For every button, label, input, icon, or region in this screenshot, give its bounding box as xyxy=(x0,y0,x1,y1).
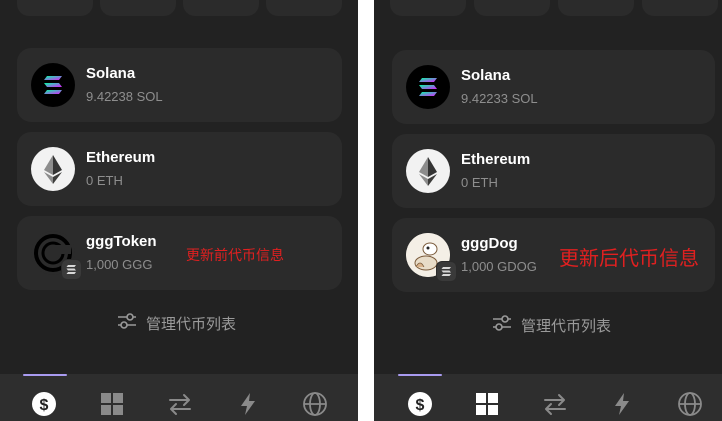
globe-icon[interactable] xyxy=(677,391,703,417)
token-amount: 0 ETH xyxy=(86,173,123,188)
solana-network-badge xyxy=(436,261,457,282)
action-chip[interactable] xyxy=(266,0,342,16)
token-name: gggToken xyxy=(86,233,157,250)
token-row-ethereum[interactable]: Ethereum 0 ETH xyxy=(17,132,342,206)
swap-icon[interactable] xyxy=(542,391,568,417)
svg-text:$: $ xyxy=(40,397,49,414)
token-amount: 1,000 GGG xyxy=(86,257,153,272)
manage-label: 管理代币列表 xyxy=(521,317,612,335)
wallet-screen-before: Solana 9.42238 SOL Ethereum 0 ETH gggTok… xyxy=(0,0,358,421)
globe-icon[interactable] xyxy=(302,391,328,417)
dollar-icon[interactable]: $ xyxy=(31,391,57,417)
token-row-gggtoken[interactable]: gggToken 1,000 GGG xyxy=(17,216,342,290)
manage-token-list-button[interactable]: 管理代币列表 xyxy=(491,314,611,336)
action-chip[interactable] xyxy=(390,0,466,16)
action-chip[interactable] xyxy=(558,0,634,16)
action-chip[interactable] xyxy=(474,0,550,16)
lightning-icon[interactable] xyxy=(235,391,261,417)
token-name: Solana xyxy=(86,65,136,82)
token-name: Solana xyxy=(461,67,511,84)
wallet-screen-after: Solana 9.42233 SOL Ethereum 0 ETH gggDog… xyxy=(374,0,722,421)
action-chip[interactable] xyxy=(17,0,93,16)
token-row-solana[interactable]: Solana 9.42238 SOL xyxy=(17,48,342,122)
token-row-ethereum[interactable]: Ethereum 0 ETH xyxy=(392,134,715,208)
svg-text:$: $ xyxy=(416,397,425,414)
solana-icon xyxy=(31,63,75,107)
bottom-nav: $ xyxy=(374,374,722,421)
token-amount: 9.42233 SOL xyxy=(461,91,538,106)
token-amount: 9.42238 SOL xyxy=(86,89,163,104)
manage-label: 管理代币列表 xyxy=(146,315,237,333)
token-name: Ethereum xyxy=(86,149,156,166)
token-amount: 0 ETH xyxy=(461,175,498,190)
token-row-solana[interactable]: Solana 9.42233 SOL xyxy=(392,50,715,124)
token-name: gggDog xyxy=(461,235,518,252)
token-amount: 1,000 GDOG xyxy=(461,259,537,274)
solana-icon xyxy=(406,65,450,109)
lightning-icon[interactable] xyxy=(609,391,635,417)
swap-icon[interactable] xyxy=(167,391,193,417)
active-tab-indicator xyxy=(23,374,67,376)
solana-network-badge xyxy=(61,259,82,280)
annotation-after-update: 更新后代币信息 xyxy=(559,248,699,270)
action-chip[interactable] xyxy=(642,0,718,16)
manage-token-list-button[interactable]: 管理代币列表 xyxy=(116,312,236,334)
bottom-nav: $ xyxy=(0,374,358,421)
grid-icon[interactable] xyxy=(474,391,500,417)
sliders-icon xyxy=(116,311,138,335)
active-tab-indicator xyxy=(398,374,442,376)
ethereum-icon xyxy=(31,147,75,191)
dollar-icon[interactable]: $ xyxy=(407,391,433,417)
action-chip[interactable] xyxy=(183,0,259,16)
grid-icon[interactable] xyxy=(99,391,125,417)
annotation-before-update: 更新前代币信息 xyxy=(186,247,284,263)
action-chip[interactable] xyxy=(100,0,176,16)
token-name: Ethereum xyxy=(461,151,531,168)
sliders-icon xyxy=(491,313,513,337)
ethereum-icon xyxy=(406,149,450,193)
